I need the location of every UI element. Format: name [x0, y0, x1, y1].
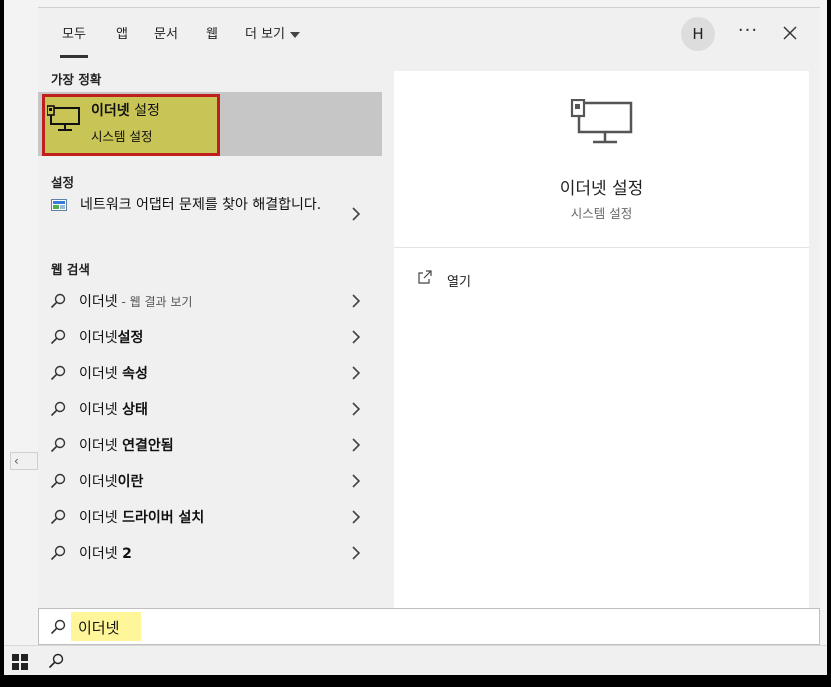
tab-documents[interactable]: 문서	[154, 25, 178, 45]
section-web-search: 웹 검색	[51, 262, 90, 277]
web-search-item[interactable]: 이더넷이란	[38, 463, 382, 499]
web-search-label: 이더넷 드라이버 설치	[79, 507, 204, 527]
chevron-right-icon[interactable]	[350, 294, 362, 308]
web-search-item[interactable]: 이더넷 - 웹 결과 보기	[38, 283, 382, 319]
chevron-right-icon[interactable]	[350, 474, 362, 488]
search-filter-tabs: 모두 앱 문서 웹 더 보기 H ···	[38, 8, 820, 63]
preview-pane: 이더넷 설정 시스템 설정 열기	[394, 71, 809, 609]
search-icon[interactable]	[48, 653, 64, 669]
chevron-right-icon[interactable]	[350, 330, 362, 344]
section-best-match: 가장 정확	[51, 72, 102, 87]
scroll-left-arrow[interactable]: ‹	[10, 452, 38, 470]
query-prefix: 이더넷	[79, 330, 118, 346]
preview-title: 이더넷 설정	[559, 179, 644, 199]
open-label: 열기	[447, 275, 471, 290]
open-action[interactable]: 열기	[417, 269, 537, 291]
web-search-label: 이더넷 상태	[79, 399, 148, 419]
preview-header: 이더넷 설정 시스템 설정	[394, 71, 809, 248]
settings-result-item[interactable]: 네트워크 어댑터 문제를 찾아 해결합니다.	[38, 190, 382, 238]
query-suggestion: 드라이버 설치	[122, 510, 205, 526]
web-search-item[interactable]: 이더넷 2	[38, 535, 382, 571]
tab-apps[interactable]: 앱	[116, 25, 128, 45]
taskbar	[4, 645, 827, 675]
query-prefix: 이더넷	[79, 510, 123, 526]
tab-more-label: 더 보기	[245, 27, 286, 42]
windows-start-icon[interactable]	[12, 654, 28, 670]
search-icon	[50, 365, 66, 381]
search-icon	[50, 619, 66, 635]
search-bar	[38, 608, 820, 645]
search-icon	[50, 293, 66, 309]
results-list: 가장 정확 이더넷 설정 시스템 설정 설정 네트워크 어댑터 문제를 찾아 해…	[38, 63, 382, 609]
tab-all[interactable]: 모두	[60, 25, 88, 58]
query-hint: - 웹 결과 보기	[117, 295, 193, 309]
query-prefix: 이더넷	[79, 546, 123, 562]
search-icon	[50, 437, 66, 453]
ethernet-monitor-icon	[47, 105, 80, 131]
web-search-label: 이더넷 연결안됨	[79, 435, 174, 455]
search-icon	[50, 545, 66, 561]
search-icon	[50, 401, 66, 417]
chevron-right-icon[interactable]	[350, 366, 362, 380]
web-search-item[interactable]: 이더넷설정	[38, 319, 382, 355]
query-suggestion: 2	[122, 546, 132, 562]
web-search-label: 이더넷 속성	[79, 363, 148, 383]
query-prefix: 이더넷	[79, 402, 123, 418]
best-match-item[interactable]: 이더넷 설정 시스템 설정	[38, 92, 382, 156]
query-suggestion: 설정	[117, 330, 144, 346]
query-prefix: 이더넷	[79, 474, 118, 490]
ethernet-monitor-icon	[570, 99, 633, 144]
chevron-right-icon[interactable]	[350, 207, 362, 221]
troubleshoot-network-icon	[51, 199, 67, 211]
query-suggestion: 속성	[122, 366, 148, 382]
web-search-item[interactable]: 이더넷 상태	[38, 391, 382, 427]
section-settings: 설정	[51, 175, 75, 190]
best-match-subtitle: 시스템 설정	[91, 129, 153, 144]
web-search-item[interactable]: 이더넷 연결안됨	[38, 427, 382, 463]
web-search-item[interactable]: 이더넷 속성	[38, 355, 382, 391]
start-search-panel: 모두 앱 문서 웹 더 보기 H ··· 가장 정확 이더넷 설정 시스템 설정	[38, 7, 820, 609]
search-icon	[50, 473, 66, 489]
query-prefix: 이더넷	[79, 294, 118, 310]
search-icon	[50, 329, 66, 345]
web-search-label: 이더넷이란	[79, 471, 143, 491]
settings-result-label: 네트워크 어댑터 문제를 찾아 해결합니다.	[80, 197, 322, 213]
query-suggestion: 상태	[122, 402, 148, 418]
chevron-down-icon	[290, 31, 301, 38]
query-suggestion: 연결안됨	[122, 438, 174, 454]
close-icon[interactable]	[778, 20, 802, 46]
chevron-right-icon[interactable]	[350, 546, 362, 560]
search-input[interactable]	[78, 615, 778, 639]
tab-more[interactable]: 더 보기	[245, 25, 301, 45]
open-external-icon	[418, 270, 432, 284]
chevron-right-icon[interactable]	[350, 510, 362, 524]
query-suggestion: 이란	[117, 474, 144, 490]
query-prefix: 이더넷	[79, 438, 123, 454]
more-options-icon[interactable]: ···	[736, 20, 760, 46]
search-icon	[50, 509, 66, 525]
chevron-right-icon[interactable]	[350, 438, 362, 452]
web-search-label: 이더넷설정	[79, 327, 143, 347]
web-search-label: 이더넷 2	[79, 543, 132, 563]
web-search-label: 이더넷 - 웹 결과 보기	[79, 291, 192, 311]
preview-subtitle: 시스템 설정	[570, 206, 633, 221]
avatar[interactable]: H	[681, 17, 715, 51]
query-prefix: 이더넷	[79, 366, 123, 382]
web-search-item[interactable]: 이더넷 드라이버 설치	[38, 499, 382, 535]
chevron-right-icon[interactable]	[350, 402, 362, 416]
best-match-title: 이더넷 설정	[91, 103, 160, 119]
tab-web[interactable]: 웹	[206, 25, 218, 45]
